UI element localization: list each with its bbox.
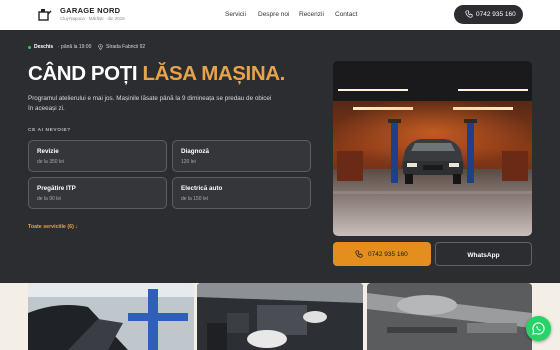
header-call-button[interactable]: 0742 935 160	[454, 5, 523, 24]
gallery-photo-lift	[28, 283, 194, 350]
service-card-revizie[interactable]: Revizie de la 350 lei	[28, 140, 167, 172]
call-button-label: 0742 935 160	[368, 251, 408, 258]
gallery-photo-engine	[197, 283, 363, 350]
service-card-diagnoza[interactable]: Diagnoză 120 lei	[172, 140, 311, 172]
service-card-itp[interactable]: Pregătire ITP de la 90 lei	[28, 177, 167, 209]
whatsapp-floating-button[interactable]	[526, 316, 551, 341]
service-title: Pregătire ITP	[37, 185, 76, 192]
whatsapp-icon	[532, 322, 545, 335]
brand-tagline: Cluj-Napoca · Mărăști · din 2016	[60, 16, 125, 21]
open-status-dot	[28, 46, 31, 49]
status-open: Deschis	[34, 44, 54, 50]
hero-headline: CÂND POȚI LĂSA MAȘINA.	[28, 62, 285, 86]
phone-icon	[465, 10, 473, 18]
service-price: 120 lei	[181, 159, 196, 165]
location-pin-icon	[98, 44, 103, 50]
address[interactable]: Strada Fabricii 92	[106, 44, 145, 50]
header-call-label: 0742 935 160	[476, 11, 516, 18]
service-price: de la 350 lei	[37, 159, 64, 165]
services-section-label: CE AI NEVOIE?	[28, 128, 71, 133]
call-button[interactable]: 0742 935 160	[333, 242, 431, 266]
garage-photo	[333, 61, 532, 236]
service-title: Electrică auto	[181, 185, 223, 192]
whatsapp-button[interactable]: WhatsApp	[435, 242, 532, 266]
whatsapp-button-label: WhatsApp	[467, 252, 500, 259]
nav-contact[interactable]: Contact	[335, 11, 357, 18]
nav-recenzii[interactable]: Recenzii	[299, 11, 324, 18]
all-services-link[interactable]: Toate serviciile (6) ↓	[28, 224, 78, 230]
status-hours: · până la 19:00	[58, 44, 92, 50]
gallery-photo-underbody	[367, 283, 532, 350]
oil-can-icon	[38, 9, 52, 21]
service-title: Revizie	[37, 148, 59, 155]
service-title: Diagnoză	[181, 148, 209, 155]
site-header: GARAGE NORD Cluj-Napoca · Mărăști · din …	[0, 0, 560, 30]
headline-part-1: CÂND POȚI	[28, 62, 138, 85]
service-price: de la 150 lei	[181, 196, 208, 202]
service-card-electrica[interactable]: Electrică auto de la 150 lei	[172, 177, 311, 209]
service-price: de la 90 lei	[37, 196, 62, 202]
phone-icon	[355, 250, 363, 258]
hero-lead: Programul atelierului e mai jos. Mașinil…	[28, 95, 272, 112]
nav-servicii[interactable]: Servicii	[225, 11, 246, 18]
brand-name[interactable]: GARAGE NORD	[60, 6, 120, 15]
headline-part-2: LĂSA MAȘINA.	[142, 62, 285, 85]
nav-despre-noi[interactable]: Despre noi	[258, 11, 289, 18]
